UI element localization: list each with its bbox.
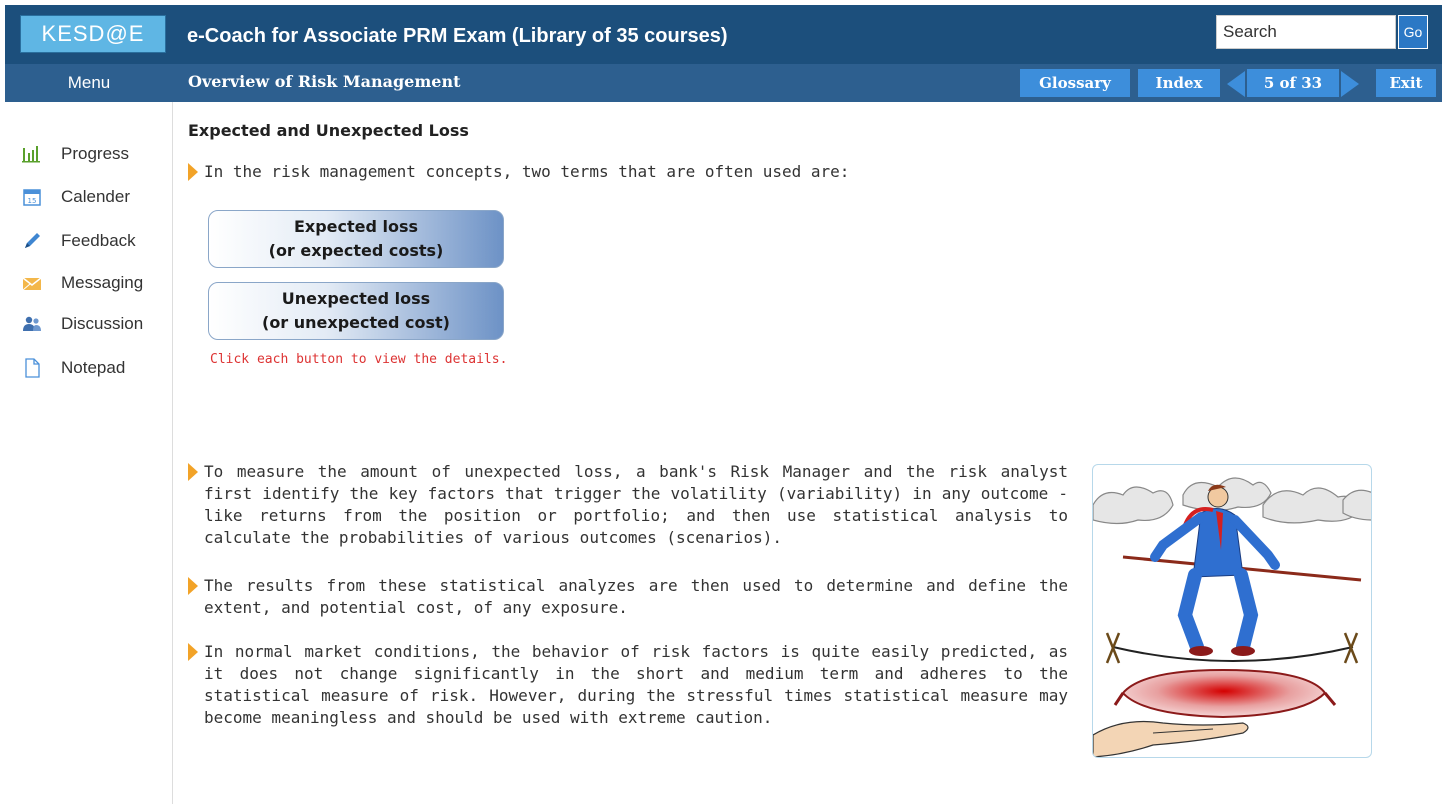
previous-page-icon[interactable] xyxy=(1227,71,1245,97)
page-title: Expected and Unexpected Loss xyxy=(188,121,469,140)
sidebar-item-label: Notepad xyxy=(61,358,126,377)
users-icon xyxy=(22,314,42,334)
next-page-icon[interactable] xyxy=(1341,71,1359,97)
calendar-icon: 15 xyxy=(22,187,42,207)
bar-chart-icon xyxy=(22,144,42,164)
sidebar: Progress 15 Calender Feedback Messaging … xyxy=(5,102,173,804)
unexpected-loss-button[interactable]: Unexpected loss (or unexpected cost) xyxy=(208,282,504,340)
paragraph: In normal market conditions, the behavio… xyxy=(204,642,1068,727)
exit-button[interactable]: Exit xyxy=(1376,69,1436,97)
sidebar-item-label: Feedback xyxy=(61,231,136,250)
section-title: Overview of Risk Management xyxy=(188,72,461,91)
paragraph: The results from these statistical analy… xyxy=(204,576,1068,617)
sidebar-item-label: Progress xyxy=(61,144,130,163)
app-title: e-Coach for Associate PRM Exam (Library … xyxy=(187,25,728,47)
sidebar-item-label: Discussion xyxy=(61,314,144,333)
sub-bar: Menu Overview of Risk Management Glossar… xyxy=(5,64,1442,102)
pencil-icon xyxy=(22,231,42,251)
sidebar-item-progress[interactable]: Progress xyxy=(22,139,129,169)
sidebar-item-label: Messaging xyxy=(61,273,144,292)
svg-text:15: 15 xyxy=(28,197,37,205)
sidebar-item-label: Calender xyxy=(61,187,130,206)
button-label-line1: Unexpected loss xyxy=(281,289,431,308)
intro-text: In the risk management concepts, two ter… xyxy=(204,162,850,181)
button-label-line1: Expected loss xyxy=(293,217,419,236)
bullet-arrow-icon xyxy=(188,463,198,481)
sidebar-item-feedback[interactable]: Feedback xyxy=(22,226,136,256)
sidebar-item-calender[interactable]: 15 Calender xyxy=(22,182,130,212)
go-button[interactable]: Go xyxy=(1398,15,1428,49)
bullet-arrow-icon xyxy=(188,643,198,661)
sidebar-item-messaging[interactable]: Messaging xyxy=(22,268,143,298)
main-content: Expected and Unexpected Loss In the risk… xyxy=(188,102,1438,802)
envelope-icon xyxy=(22,273,42,293)
glossary-button[interactable]: Glossary xyxy=(1020,69,1130,97)
paragraph: To measure the amount of unexpected loss… xyxy=(204,462,1068,547)
index-button[interactable]: Index xyxy=(1138,69,1220,97)
document-icon xyxy=(22,358,42,378)
tightrope-illustration xyxy=(1092,464,1372,758)
button-label-line2: (or expected costs) xyxy=(268,241,444,260)
instruction-hint: Click each button to view the details. xyxy=(210,352,508,367)
page-indicator: 5 of 33 xyxy=(1247,69,1339,97)
menu-button[interactable]: Menu xyxy=(5,64,173,102)
expected-loss-button[interactable]: Expected loss (or expected costs) xyxy=(208,210,504,268)
sidebar-item-notepad[interactable]: Notepad xyxy=(22,353,125,383)
top-bar: KESD@E e-Coach for Associate PRM Exam (L… xyxy=(0,0,1447,64)
sidebar-item-discussion[interactable]: Discussion xyxy=(22,309,143,339)
button-label-line2: (or unexpected cost) xyxy=(262,313,450,332)
bullet-arrow-icon xyxy=(188,163,198,181)
bullet-arrow-icon xyxy=(188,577,198,595)
search-input[interactable] xyxy=(1216,15,1396,49)
header: KESD@E e-Coach for Associate PRM Exam (L… xyxy=(5,5,1442,64)
logo[interactable]: KESD@E xyxy=(20,15,166,53)
